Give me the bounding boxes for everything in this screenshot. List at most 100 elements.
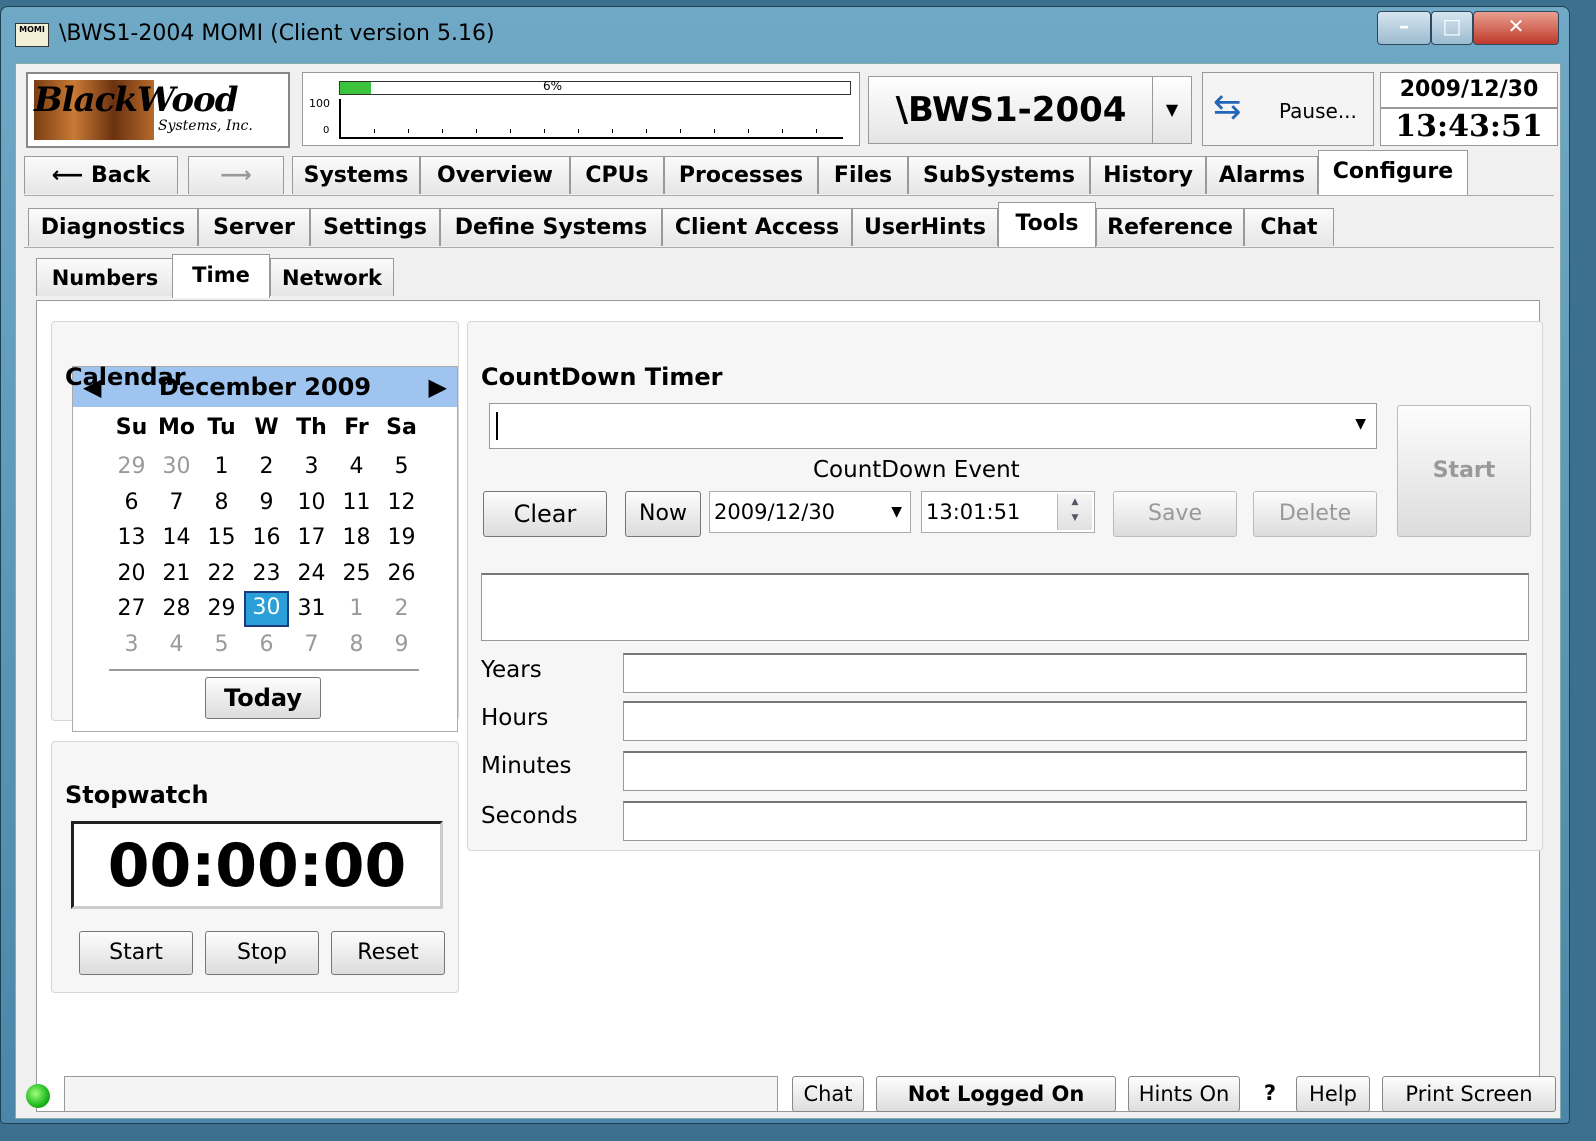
calendar-day[interactable]: 29 [109, 449, 154, 485]
calendar-day[interactable]: 4 [334, 449, 379, 485]
back-button[interactable]: ⟵ Back [24, 156, 178, 194]
tab-history[interactable]: History [1090, 156, 1206, 194]
clear-button[interactable]: Clear [483, 491, 607, 537]
tab-reference[interactable]: Reference [1096, 208, 1244, 246]
logo-text: BlackWood [34, 80, 238, 120]
hints-toggle-button[interactable]: Hints On [1128, 1076, 1240, 1112]
status-message-field [64, 1076, 778, 1112]
minimize-button[interactable]: – [1377, 11, 1431, 45]
calendar-day[interactable]: 23 [244, 556, 289, 592]
calendar-day[interactable]: 29 [199, 591, 244, 627]
tab-tools[interactable]: Tools [998, 202, 1096, 248]
save-button[interactable]: Save [1113, 491, 1237, 537]
stopwatch-reset-button[interactable]: Reset [331, 931, 445, 975]
countdown-date-picker[interactable]: 2009/12/30 ▼ [709, 491, 911, 533]
tab-server[interactable]: Server [198, 208, 310, 246]
calendar-day[interactable]: 25 [334, 556, 379, 592]
calendar-day[interactable]: 11 [334, 485, 379, 521]
calendar-day[interactable]: 17 [289, 520, 334, 556]
calendar-day-selected[interactable]: 30 [244, 591, 289, 627]
calendar-day[interactable]: 15 [199, 520, 244, 556]
tab-settings[interactable]: Settings [310, 208, 440, 246]
tab-numbers[interactable]: Numbers [36, 258, 174, 296]
calendar-day[interactable]: 9 [379, 627, 424, 663]
chat-button[interactable]: Chat [792, 1076, 864, 1112]
calendar-day[interactable]: 20 [109, 556, 154, 592]
calendar-day[interactable]: 30 [154, 449, 199, 485]
calendar-day[interactable]: 28 [154, 591, 199, 627]
calendar-day[interactable]: 12 [379, 485, 424, 521]
calendar-day[interactable]: 8 [334, 627, 379, 663]
tab-files[interactable]: Files [818, 156, 908, 194]
calendar-day[interactable]: 13 [109, 520, 154, 556]
tab-network[interactable]: Network [270, 258, 394, 296]
calendar-day[interactable]: 2 [244, 449, 289, 485]
calendar-day[interactable]: 10 [289, 485, 334, 521]
countdown-start-button[interactable]: Start [1397, 405, 1531, 537]
calendar-day[interactable]: 26 [379, 556, 424, 592]
calendar-day[interactable]: 22 [199, 556, 244, 592]
calendar-day[interactable]: 3 [289, 449, 334, 485]
tab-define-systems[interactable]: Define Systems [440, 208, 662, 246]
countdown-event-select[interactable]: ▼ [489, 403, 1377, 449]
tab-cpus[interactable]: CPUs [570, 156, 664, 194]
tab-processes[interactable]: Processes [664, 156, 818, 194]
countdown-time-value: 13:01:51 [926, 500, 1021, 524]
calendar-day[interactable]: 31 [289, 591, 334, 627]
calendar-day[interactable]: 6 [109, 485, 154, 521]
calendar-day[interactable]: 9 [244, 485, 289, 521]
maximize-button[interactable]: □ [1431, 11, 1473, 45]
print-screen-button[interactable]: Print Screen [1382, 1076, 1556, 1112]
close-button[interactable]: ✕ [1473, 11, 1559, 45]
tab-systems[interactable]: Systems [292, 156, 420, 194]
login-status-button[interactable]: Not Logged On [876, 1076, 1116, 1112]
countdown-time-picker[interactable]: 13:01:51 ▲ ▼ [921, 491, 1095, 533]
tab-userhints[interactable]: UserHints [852, 208, 998, 246]
next-month-button[interactable]: ▶ [429, 373, 447, 401]
calendar-day[interactable]: 8 [199, 485, 244, 521]
calendar-day[interactable]: 5 [379, 449, 424, 485]
triangle-right-icon: ▶ [428, 373, 447, 401]
stopwatch-stop-button[interactable]: Stop [205, 931, 319, 975]
calendar-day[interactable]: 5 [199, 627, 244, 663]
calendar-day[interactable]: 14 [154, 520, 199, 556]
calendar-day[interactable]: 4 [154, 627, 199, 663]
weekday-label: Fr [344, 415, 369, 440]
calendar-day[interactable]: 2 [379, 591, 424, 627]
tab-configure[interactable]: Configure [1318, 150, 1468, 196]
tab-overview[interactable]: Overview [420, 156, 570, 194]
time-spinner[interactable]: ▲ ▼ [1057, 494, 1092, 530]
question-icon[interactable]: ? [1250, 1076, 1290, 1112]
tab-chat[interactable]: Chat [1244, 208, 1334, 246]
tab-time[interactable]: Time [172, 254, 270, 298]
calendar-day[interactable]: 18 [334, 520, 379, 556]
calendar-day[interactable]: 1 [334, 591, 379, 627]
calendar-day[interactable]: 21 [154, 556, 199, 592]
time-tools-panel: December 2009 ◀ ▶ Su Mo Tu W Th Fr Sa 29… [36, 300, 1543, 1112]
calendar-day[interactable]: 27 [109, 591, 154, 627]
system-dropdown-button[interactable]: ▼ [1152, 76, 1192, 144]
window-title: \BWS1-2004 MOMI (Client version 5.16) [59, 21, 495, 46]
forward-button[interactable]: ⟶ [188, 156, 284, 194]
tab-diagnostics[interactable]: Diagnostics [28, 208, 198, 246]
system-selector[interactable]: \BWS1-2004 [868, 76, 1154, 144]
tab-subsystems[interactable]: SubSystems [908, 156, 1090, 194]
help-button[interactable]: Help [1296, 1076, 1370, 1112]
tab-client-access[interactable]: Client Access [662, 208, 852, 246]
calendar-day[interactable]: 3 [109, 627, 154, 663]
calendar-day[interactable]: 6 [244, 627, 289, 663]
stopwatch-start-button[interactable]: Start [79, 931, 193, 975]
calendar-day[interactable]: 16 [244, 520, 289, 556]
seconds-label: Seconds [481, 803, 578, 829]
calendar-day[interactable]: 19 [379, 520, 424, 556]
tab-alarms[interactable]: Alarms [1206, 156, 1318, 194]
calendar-day[interactable]: 24 [289, 556, 334, 592]
today-button[interactable]: Today [205, 677, 321, 719]
calendar-day[interactable]: 7 [154, 485, 199, 521]
pause-button[interactable]: ⇆ Pause... [1202, 72, 1374, 146]
calendar-day[interactable]: 7 [289, 627, 334, 663]
delete-button[interactable]: Delete [1253, 491, 1377, 537]
forward-arrow-icon: ⟶ [220, 163, 252, 188]
now-button[interactable]: Now [625, 491, 701, 537]
calendar-day[interactable]: 1 [199, 449, 244, 485]
